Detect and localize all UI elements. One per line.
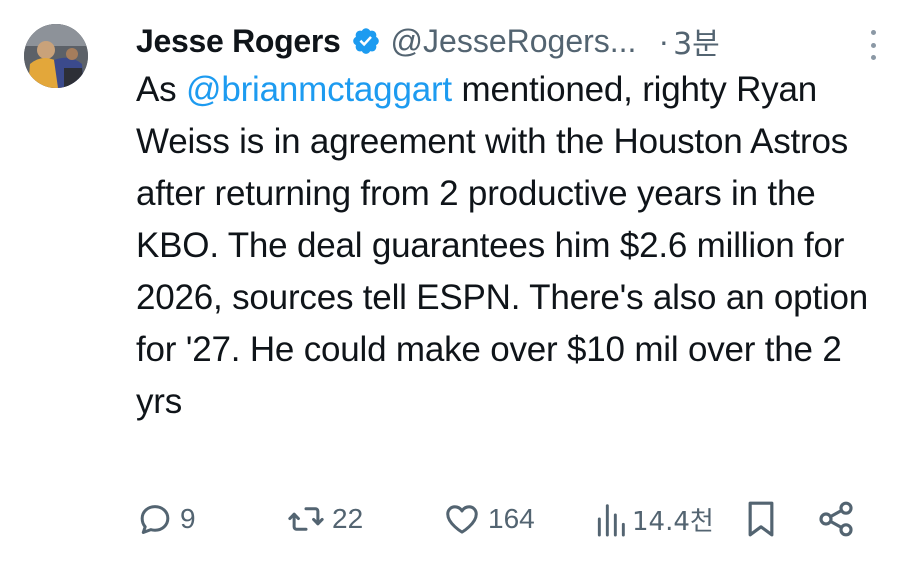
- reply-icon: [136, 500, 174, 538]
- reply-button[interactable]: 9: [136, 494, 196, 544]
- bookmark-button[interactable]: [744, 494, 778, 544]
- like-count: 164: [488, 503, 535, 534]
- like-icon: [442, 500, 482, 538]
- repost-icon: [286, 500, 326, 538]
- reply-count: 9: [180, 503, 196, 534]
- tweet-text-content: mentioned, righty Ryan Weiss is in agree…: [136, 70, 869, 421]
- views-icon: [594, 500, 626, 538]
- tweet-text: As @brianmctaggart mentioned, righty Rya…: [136, 64, 876, 428]
- author-name[interactable]: Jesse Rogers: [136, 23, 341, 60]
- bookmark-icon: [744, 499, 778, 539]
- tweet-header: Jesse Rogers @JesseRogers... · 3분: [136, 18, 876, 64]
- timestamp[interactable]: 3분: [673, 19, 720, 63]
- like-button[interactable]: 164: [442, 494, 535, 544]
- share-button[interactable]: [816, 494, 856, 544]
- author-handle[interactable]: @JesseRogers...: [391, 23, 637, 60]
- verified-badge-icon: [351, 26, 381, 56]
- repost-count: 22: [332, 503, 364, 534]
- more-options-icon[interactable]: [868, 30, 878, 60]
- action-bar: 9 22 164 14.4천: [136, 494, 876, 544]
- tweet-text-intro: As: [136, 70, 186, 109]
- views-button[interactable]: 14.4천: [594, 494, 714, 544]
- time-separator: ·: [658, 22, 670, 59]
- mention-link[interactable]: @brianmctaggart: [186, 70, 452, 109]
- share-icon: [816, 499, 856, 539]
- avatar[interactable]: [24, 24, 88, 88]
- views-count: 14.4천: [632, 506, 714, 537]
- repost-button[interactable]: 22: [286, 494, 363, 544]
